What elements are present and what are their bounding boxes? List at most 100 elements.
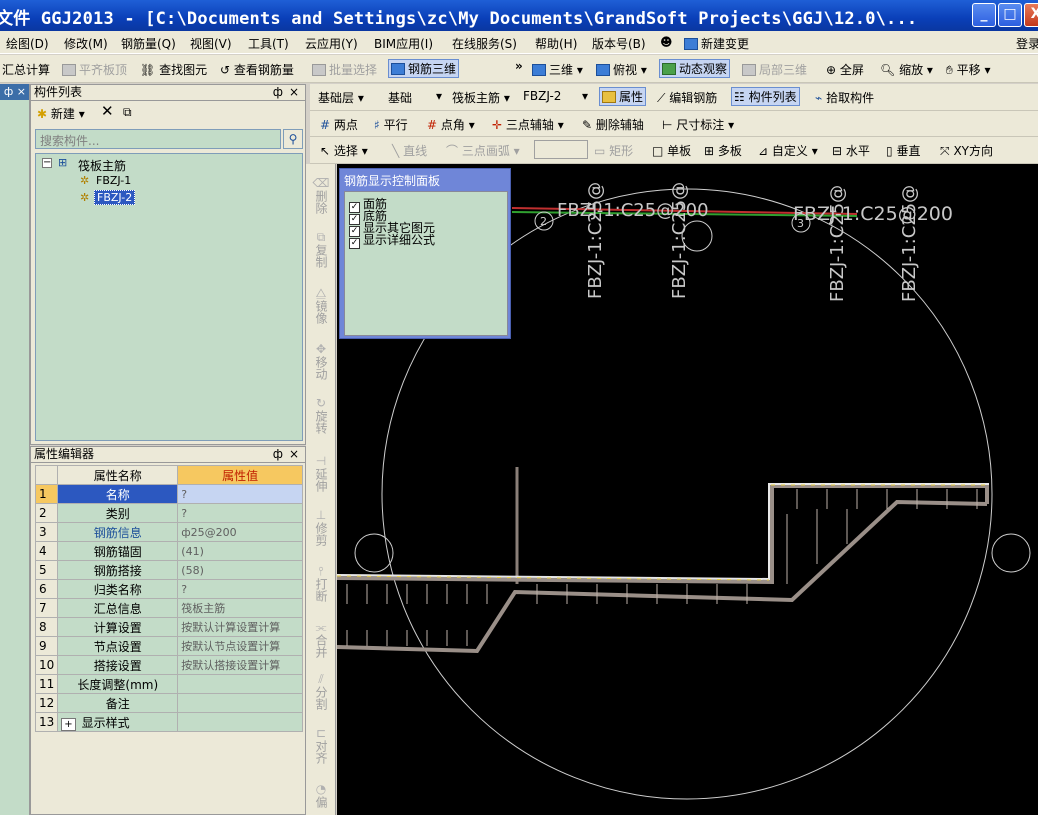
pick-component-button[interactable]: ⌁ 拾取构件 [815,89,874,106]
close-button[interactable]: X [1024,3,1038,27]
zoom-button[interactable]: 🔍︎ 缩放 ▾ [880,61,933,78]
fullscreen-button[interactable]: ⊕ 全屏 [826,61,864,78]
login-link[interactable]: 登录 [1016,35,1038,52]
merge-tool[interactable]: ⫘ 合并 [310,620,332,661]
pin-icon[interactable]: ф [273,85,283,100]
menu-bim[interactable]: BIM应用(I) [374,35,433,52]
break-tool[interactable]: ⫯ 打断 [310,564,332,605]
delete-icon[interactable]: ✕ [101,102,114,120]
left-collapsed-panel: ф × [0,84,30,815]
parallel-axis-button[interactable]: ♯ 平行 [374,116,408,133]
custom-button[interactable]: ⊿ 自定义 ▾ [758,142,818,159]
smiley-icon[interactable]: ☻ [660,35,673,49]
type-dropdown[interactable]: 筏板主筋 ▾ [452,89,510,106]
menu-rebar-quantity[interactable]: 钢筋量(Q) [121,35,176,52]
copy-icon[interactable]: ⧉ [123,105,132,120]
line-button[interactable]: ╲ 直线 [392,142,427,159]
split-tool[interactable]: ⫽ 分割 [310,672,332,713]
rebar-3d-button[interactable]: 钢筋三维 [388,59,460,78]
close-icon[interactable]: × [289,447,299,462]
search-input[interactable]: 搜索构件... [35,129,281,149]
extend-tool[interactable]: ⊣ 延伸 [310,454,332,495]
tree-root-item[interactable]: 筏板主筋 [78,157,126,174]
table-row[interactable]: 2 类别? [34,503,303,523]
multi-slab-button[interactable]: ⊞ 多板 [704,142,742,159]
select-button[interactable]: ↖ 选择 ▾ [320,142,368,159]
three-point-axis-button[interactable]: ✛ 三点辅轴 ▾ [492,116,564,133]
menu-modify[interactable]: 修改(M) [64,35,108,52]
top-view-button[interactable]: 俯视 ▾ [596,61,647,78]
menu-online[interactable]: 在线服务(S) [452,35,517,52]
delete-axis-button[interactable]: ✎ 删除辅轴 [582,116,644,133]
rotate-tool[interactable]: ↻ 旋转 [310,396,332,437]
close-icon[interactable]: × [17,85,26,98]
search-icon[interactable]: ⚲ [283,129,303,149]
vertical-button[interactable]: ▯ 垂直 [886,142,920,159]
table-row[interactable]: 9 节点设置 按默认节点设置计算 [34,636,303,656]
point-angle-button[interactable]: # 点角 ▾ [427,116,475,133]
properties-button[interactable]: 属性 [599,87,647,106]
table-row[interactable]: 11 长度调整(mm) [34,674,303,694]
component-list-button[interactable]: ☷ 构件列表 [731,87,800,106]
table-row[interactable]: 13 + 显示样式 [34,712,303,732]
edit-rebar-button[interactable]: ⟋ 编辑钢筋 [657,89,717,106]
move-tool[interactable]: ✥ 移动 [310,342,332,383]
view-rebar-quantity-button[interactable]: ↺ 查看钢筋量 [220,61,294,78]
rotate-tool-icon: ↻ [315,396,327,410]
close-icon[interactable]: × [289,85,299,100]
pin-icon[interactable]: ф [273,447,283,462]
arc-mode-dropdown[interactable] [534,140,588,159]
align-tool[interactable]: ⊏ 对齐 [310,726,332,767]
floor-dropdown[interactable]: 基础层 ▾ [318,89,364,106]
table-row[interactable]: 3 钢筋信息 ф25@200 [34,522,303,542]
minimize-button[interactable]: _ [972,3,996,27]
xy-direction-button[interactable]: ⤧ XY方向 [940,142,993,159]
local-3d-button[interactable]: 局部三维 [742,61,807,78]
dimension-button[interactable]: ⊢ 尺寸标注 ▾ [662,116,734,133]
maximize-button[interactable]: □ [998,3,1022,27]
tree-item-fbzj2[interactable]: FBZJ-2 [94,190,136,205]
element-dropdown[interactable]: FBZJ-2 [523,89,561,103]
tree-item-fbzj1[interactable]: FBZJ-1 [96,174,131,187]
table-row[interactable]: 5 钢筋搭接 (58) [34,560,303,580]
summary-calc-button[interactable]: 汇总计算 [2,61,50,78]
copy-tool[interactable]: ⧉ 复制 [310,230,332,271]
single-slab-button[interactable]: □ 单板 [652,142,691,159]
horizontal-button[interactable]: ⊟ 水平 [832,142,870,159]
orbit-handle-right[interactable] [991,533,1031,573]
table-row[interactable]: 1 名称? [34,484,303,504]
trim-tool[interactable]: ⊥ 修剪 [310,508,332,549]
mirror-tool[interactable]: ⧋ 镜像 [310,286,332,327]
expand-icon[interactable]: + [61,717,76,731]
menu-help[interactable]: 帮助(H) [535,35,577,52]
find-element-button[interactable]: ⛓ 查找图元 [140,61,207,78]
align-slab-top-button[interactable]: 平齐板顶 [62,61,127,78]
table-row[interactable]: 12 备注 [34,693,303,713]
new-component-button[interactable]: ✱ 新建 ▾ [37,105,85,122]
menu-version[interactable]: 版本号(B) [592,35,646,52]
three-point-arc-button[interactable]: ⌒ 三点画弧 ▾ [446,142,520,159]
menu-tools[interactable]: 工具(T) [248,35,289,52]
checkbox-show-detail-formula[interactable]: ✓ 显示详细公式 [349,231,435,249]
offset-tool[interactable]: ◔ 偏 [310,782,332,811]
table-row[interactable]: 6 归类名称? [34,579,303,599]
table-row[interactable]: 10 搭接设置 按默认搭接设置计算 [34,655,303,675]
tree-collapse-icon[interactable]: − [42,158,52,168]
table-row[interactable]: 4 钢筋锚固 (41) [34,541,303,561]
menu-draw[interactable]: 绘图(D) [6,35,49,52]
batch-select-button[interactable]: 批量选择 [312,61,377,78]
rectangle-button[interactable]: ▭ 矩形 [594,142,633,159]
menu-view[interactable]: 视图(V) [190,35,232,52]
table-row[interactable]: 7 汇总信息 筏板主筋 [34,598,303,618]
pin-icon[interactable]: ф [4,85,13,98]
two-point-axis-button[interactable]: # 两点 [320,116,358,133]
3d-view-button[interactable]: 三维 ▾ [532,61,583,78]
pan-button[interactable]: ✋︎ 平移 ▾ [946,61,991,78]
toolbar-overflow-chevron[interactable]: » [515,59,523,73]
table-row[interactable]: 8 计算设置 按默认计算设置计算 [34,617,303,637]
delete-tool[interactable]: ⌫ 删除 [310,176,332,217]
dynamic-orbit-button[interactable]: 动态观察 [659,59,731,78]
menu-cloud[interactable]: 云应用(Y) [305,35,358,52]
menu-new-change[interactable]: 新建变更 [684,35,749,52]
delete-tool-icon: ⌫ [312,176,330,190]
